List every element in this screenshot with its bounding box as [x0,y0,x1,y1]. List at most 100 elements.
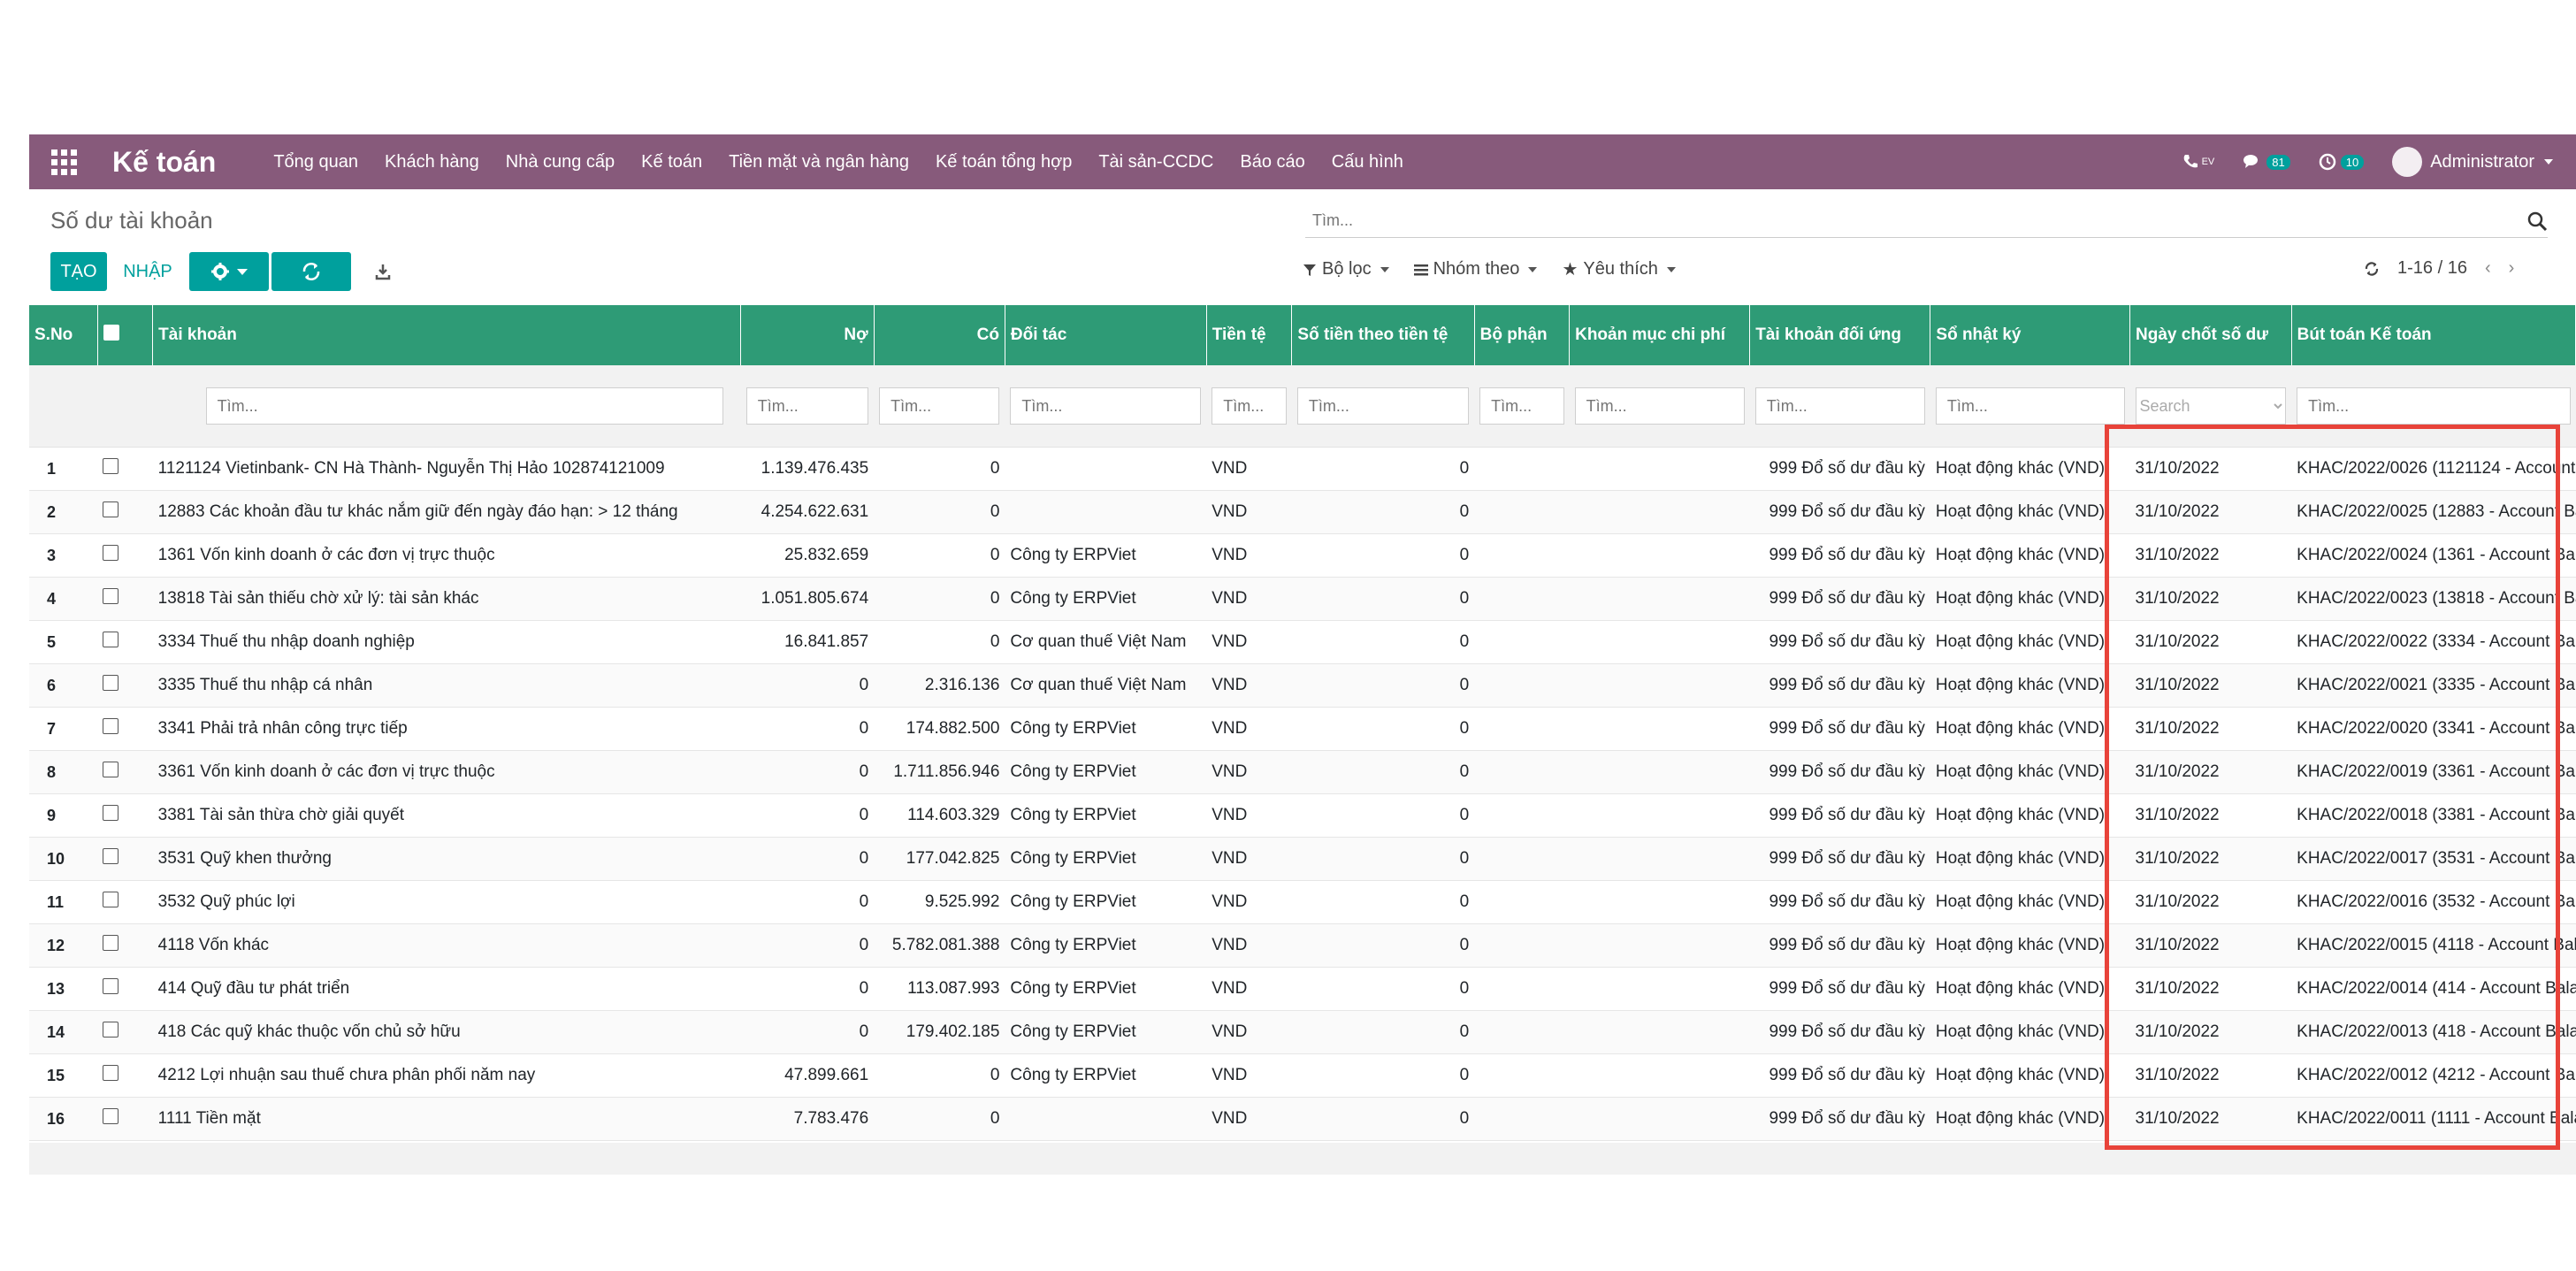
table-row[interactable]: 16 1111 Tiền mặt 7.783.476 0 VND 0 999 Đổ số d… [29,1097,2576,1141]
table-row[interactable]: 13 414 Quỹ đầu tư phát triển 0 113.087.993 C… [29,967,2576,1011]
cell-currency: VND [1206,1053,1292,1098]
search-icon[interactable] [2526,211,2548,232]
row-checkbox[interactable] [103,632,119,647]
phone-systray[interactable]: EV [2182,153,2214,171]
row-checkbox[interactable] [103,1108,119,1124]
filter-journal-input[interactable] [1935,387,2125,425]
cell-journal: Hoạt động khác (VND) [1930,1010,2130,1054]
row-checkbox[interactable] [103,805,119,821]
action-gear-button[interactable] [189,252,269,291]
col-credit[interactable]: Có [874,305,1005,365]
table-row[interactable]: 6 3335 Thuế thu nhập cá nhân 0 2.316.136 Cơ … [29,663,2576,708]
create-button[interactable]: TẠO [50,252,107,291]
row-checkbox[interactable] [103,458,119,474]
cell-credit: 2.316.136 [874,663,1005,708]
refresh-button[interactable] [271,252,351,291]
filter-cost-item-input[interactable] [1574,387,1745,425]
groupby-dropdown[interactable]: Nhóm theo [1413,258,1538,280]
cell-currency: VND [1206,837,1292,881]
select-all-checkbox[interactable] [103,325,119,341]
table-row[interactable]: 1 1121124 Vietinbank- CN Hà Thành- Nguyễn… [29,447,2576,491]
row-checkbox[interactable] [103,892,119,907]
row-checkbox[interactable] [103,935,119,951]
menu-item-assets[interactable]: Tài sản-CCDC [1085,152,1227,172]
menu-item-accounting[interactable]: Kế toán [628,152,715,172]
col-closing-date[interactable]: Ngày chốt số dư [2129,305,2292,365]
activities-count-badge: 10 [2340,154,2365,170]
filter-cell [1569,365,1750,448]
download-button[interactable] [361,252,405,291]
menu-item-reports[interactable]: Báo cáo [1227,152,1318,172]
col-counter-account[interactable]: Tài khoản đối ứng [1749,305,1931,365]
table-row[interactable]: 15 4212 Lợi nhuận sau thuế chưa phân phối… [29,1053,2576,1098]
table-row[interactable]: 3 1361 Vốn kinh doanh ở các đơn vị trực t… [29,533,2576,578]
table-row[interactable]: 10 3531 Quỹ khen thưởng 0 177.042.825 Công t… [29,837,2576,881]
row-checkbox[interactable] [103,718,119,734]
apps-grid-icon[interactable] [50,149,77,175]
col-journal-entry[interactable]: Bút toán Kế toán [2291,305,2576,365]
chevron-left-icon[interactable]: ‹ [2485,258,2491,279]
table-row[interactable]: 11 3532 Quỹ phúc lợi 0 9.525.992 Công ty ERP… [29,880,2576,924]
table-row[interactable]: 2 12883 Các khoản đầu tư khác nắm giữ đến… [29,490,2576,534]
menu-item-general-accounting[interactable]: Kế toán tổng hợp [922,152,1085,172]
col-sno[interactable]: S.No [29,305,98,365]
col-partner[interactable]: Đối tác [1005,305,1207,365]
messages-systray[interactable]: 81 [2243,153,2290,171]
app-brand[interactable]: Kế toán [112,146,216,179]
menu-item-overview[interactable]: Tổng quan [260,152,371,172]
col-amount-currency[interactable]: Số tiền theo tiền tệ [1291,305,1475,365]
filter-department-input[interactable] [1479,387,1564,425]
col-currency[interactable]: Tiền tệ [1206,305,1293,365]
favorites-dropdown[interactable]: ★ Yêu thích [1562,258,1676,280]
row-checkbox[interactable] [103,978,119,994]
user-menu[interactable]: Administrator [2392,147,2553,177]
row-checkbox[interactable] [103,762,119,777]
col-department[interactable]: Bộ phận [1474,305,1571,365]
table-row[interactable]: 5 3334 Thuế thu nhập doanh nghiệp 16.841.8… [29,620,2576,664]
reload-icon[interactable] [2364,261,2380,277]
table-row[interactable]: 12 4118 Vốn khác 0 5.782.081.388 Công ty ERP… [29,923,2576,968]
col-debit[interactable]: Nợ [740,305,875,365]
col-cost-item[interactable]: Khoản mục chi phí [1569,305,1751,365]
cell-account: 1111 Tiền mặt [152,1097,741,1141]
filter-currency-input[interactable] [1212,387,1287,425]
filter-amount-currency-input[interactable] [1296,387,1470,425]
row-checkbox[interactable] [103,588,119,604]
cell-department [1474,837,1570,881]
chevron-right-icon[interactable]: › [2509,258,2515,279]
activities-systray[interactable]: 10 [2319,153,2365,171]
menu-item-vendors[interactable]: Nhà cung cấp [493,152,628,172]
row-checkbox[interactable] [103,848,119,864]
cell-journal: Hoạt động khác (VND) [1930,533,2130,578]
filter-journal-entry-input[interactable] [2297,387,2571,425]
menu-item-configuration[interactable]: Cấu hình [1319,152,1417,172]
filter-counter-account-input[interactable] [1754,387,1925,425]
cell-department [1474,447,1570,491]
menu-item-customers[interactable]: Khách hàng [371,152,493,172]
col-account[interactable]: Tài khoản [152,305,742,365]
row-checkbox[interactable] [103,1065,119,1081]
row-number: 9 [29,793,98,838]
table-row[interactable]: 9 3381 Tài sản thừa chờ giải quyết 0 114.60… [29,793,2576,838]
search-input[interactable] [1305,205,2513,235]
import-button[interactable]: NHẬP [112,252,183,291]
row-number: 1 [29,447,98,491]
table-row[interactable]: 7 3341 Phải trả nhân công trực tiếp 0 174.8… [29,707,2576,751]
table-row[interactable]: 8 3361 Vốn kinh doanh ở các đơn vị trực t… [29,750,2576,794]
filter-dropdown[interactable]: Bộ lọc [1303,258,1389,280]
filter-partner-input[interactable] [1010,387,1202,425]
row-checkbox[interactable] [103,502,119,517]
filter-debit-input[interactable] [745,387,869,425]
table-row[interactable]: 14 418 Các quỹ khác thuộc vốn chủ sở hữu 0… [29,1010,2576,1054]
pager-value[interactable]: 1-16 / 16 [2397,258,2467,279]
cell-account: 3381 Tài sản thừa chờ giải quyết [152,793,741,838]
col-journal[interactable]: Sổ nhật ký [1930,305,2131,365]
table-row[interactable]: 4 13818 Tài sản thiếu chờ xử lý: tài sản … [29,577,2576,621]
row-checkbox[interactable] [103,675,119,691]
filter-account-input[interactable] [205,387,723,425]
filter-date-select[interactable]: Search [2135,387,2287,425]
row-checkbox[interactable] [103,1022,119,1037]
filter-credit-input[interactable] [879,387,1000,425]
row-checkbox[interactable] [103,545,119,561]
menu-item-cash-bank[interactable]: Tiền mặt và ngân hàng [715,152,922,172]
